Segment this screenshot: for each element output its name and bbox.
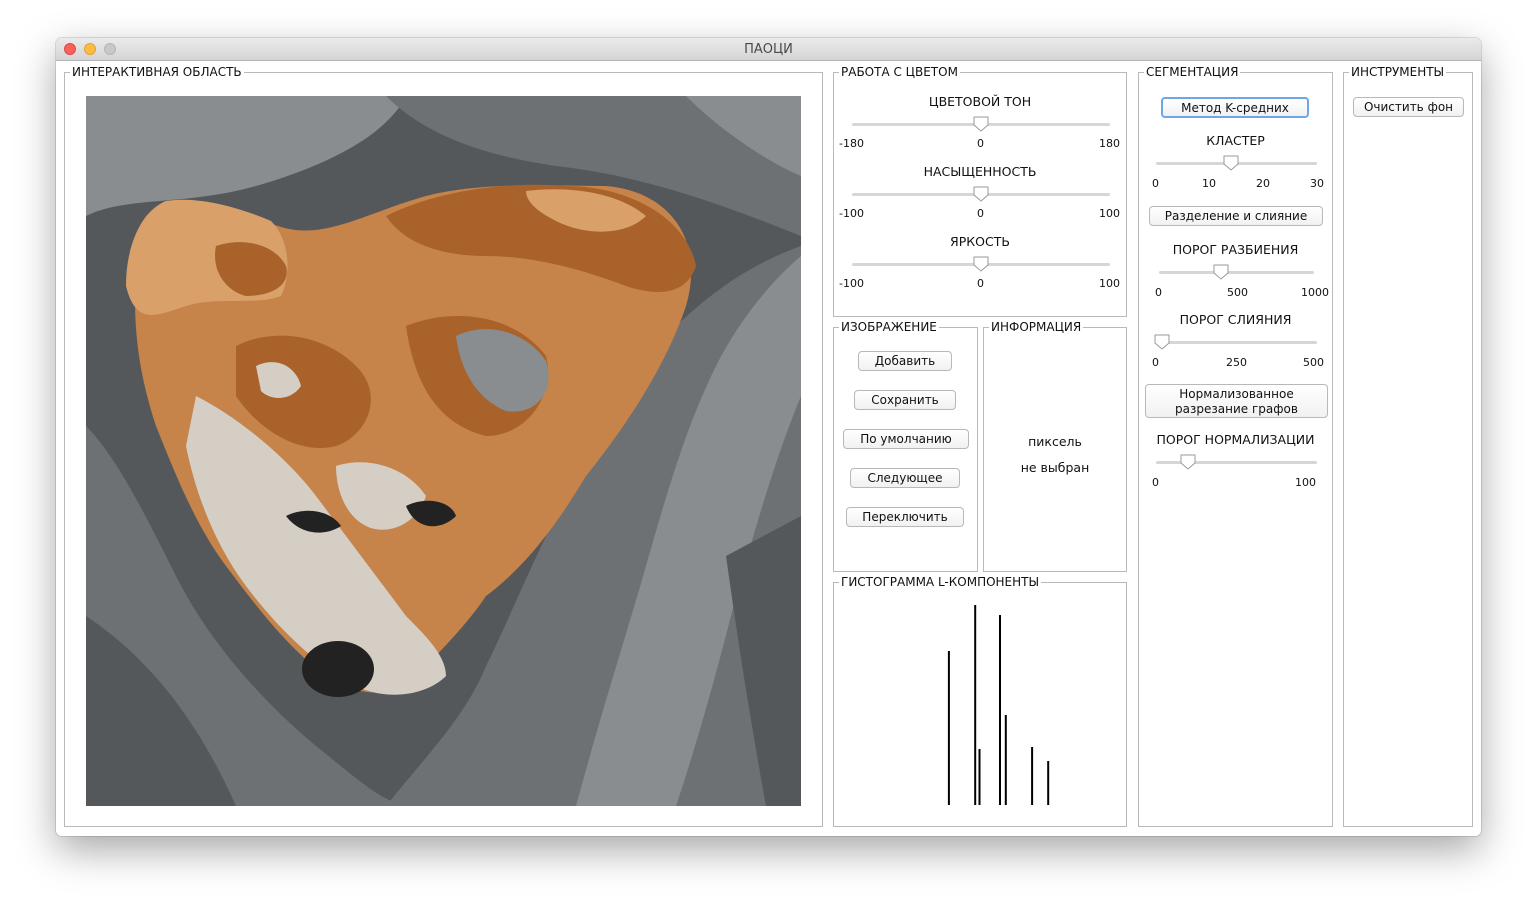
app-window: ПАОЦИ ИНТЕРАКТИВНАЯ ОБЛАСТЬ РАБОТА С ЦВЕ… <box>56 38 1481 836</box>
cluster-tick-2: 20 <box>1256 177 1270 190</box>
merge-threshold-label: ПОРОГ СЛИЯНИЯ <box>1179 312 1292 327</box>
color-panel-title: РАБОТА С ЦВЕТОМ <box>839 65 960 79</box>
split-threshold-slider-thumb[interactable] <box>1213 264 1229 280</box>
saturation-mid-label: 0 <box>977 207 984 220</box>
brightness-slider-thumb[interactable] <box>973 256 989 272</box>
window-title: ПАОЦИ <box>744 42 793 57</box>
color-panel: РАБОТА С ЦВЕТОМ ЦВЕТОВОЙ ТОН -180 0 180 … <box>833 65 1127 317</box>
interactive-area-panel: ИНТЕРАКТИВНАЯ ОБЛАСТЬ <box>64 65 823 827</box>
split-merge-button[interactable]: Разделение и слияние <box>1149 206 1323 226</box>
merge-threshold-slider-thumb[interactable] <box>1154 334 1170 350</box>
image-canvas[interactable] <box>86 96 801 806</box>
split-threshold-tick-0: 0 <box>1155 286 1162 299</box>
hue-slider[interactable] <box>852 115 1110 135</box>
brightness-mid-label: 0 <box>977 277 984 290</box>
dog-image <box>86 96 801 806</box>
merge-threshold-tick-0: 0 <box>1152 356 1159 369</box>
hue-min-label: -180 <box>839 137 864 150</box>
hue-slider-thumb[interactable] <box>973 116 989 132</box>
image-panel: ИЗОБРАЖЕНИЕ Добавить Сохранить По умолча… <box>833 320 978 572</box>
norm-threshold-tick-0: 0 <box>1152 476 1159 489</box>
clear-background-button[interactable]: Очистить фон <box>1353 97 1464 117</box>
toggle-image-button[interactable]: Переключить <box>846 507 964 527</box>
tools-panel-title: ИНСТРУМЕНТЫ <box>1349 65 1447 79</box>
info-line-1: пиксель <box>1028 434 1082 449</box>
info-line-2: не выбран <box>1020 460 1090 475</box>
histogram-bar <box>1047 761 1050 805</box>
nose <box>302 641 374 697</box>
saturation-min-label: -100 <box>839 207 864 220</box>
image-panel-title: ИЗОБРАЖЕНИЕ <box>839 320 939 334</box>
norm-threshold-label: ПОРОГ НОРМАЛИЗАЦИИ <box>1156 432 1315 447</box>
saturation-slider[interactable] <box>852 185 1110 205</box>
add-image-button[interactable]: Добавить <box>858 351 952 371</box>
split-threshold-slider-track <box>1159 271 1314 274</box>
norm-threshold-tick-1: 100 <box>1295 476 1316 489</box>
histogram-bar <box>1004 715 1007 805</box>
segmentation-panel-title: СЕГМЕНТАЦИЯ <box>1144 65 1241 79</box>
hue-max-label: 180 <box>1099 137 1120 150</box>
split-threshold-slider[interactable] <box>1159 263 1314 283</box>
cluster-slider-thumb[interactable] <box>1223 155 1239 171</box>
saturation-slider-thumb[interactable] <box>973 186 989 202</box>
merge-threshold-slider[interactable] <box>1154 333 1317 353</box>
info-panel: ИНФОРМАЦИЯ пиксель не выбран <box>983 320 1127 572</box>
norm-threshold-slider-thumb[interactable] <box>1180 454 1196 470</box>
cluster-tick-1: 10 <box>1202 177 1216 190</box>
cluster-label: КЛАСТЕР <box>1206 133 1265 148</box>
next-image-button[interactable]: Следующее <box>850 468 960 488</box>
kmeans-button[interactable]: Метод K-средних <box>1161 97 1309 118</box>
interactive-area-title: ИНТЕРАКТИВНАЯ ОБЛАСТЬ <box>70 65 244 79</box>
cluster-tick-0: 0 <box>1152 177 1159 190</box>
normalized-cut-button[interactable]: Нормализованное разрезание графов <box>1145 384 1328 418</box>
title-bar: ПАОЦИ <box>56 38 1481 61</box>
histogram-bar <box>999 615 1001 805</box>
cluster-slider[interactable] <box>1156 154 1317 174</box>
brightness-min-label: -100 <box>839 277 864 290</box>
merge-threshold-tick-2: 500 <box>1303 356 1324 369</box>
info-panel-title: ИНФОРМАЦИЯ <box>989 320 1084 334</box>
brightness-slider[interactable] <box>852 255 1110 275</box>
merge-threshold-slider-track <box>1156 341 1317 344</box>
split-threshold-label: ПОРОГ РАЗБИЕНИЯ <box>1172 242 1299 257</box>
hue-label: ЦВЕТОВОЙ ТОН <box>928 94 1032 109</box>
brightness-max-label: 100 <box>1099 277 1120 290</box>
saturation-max-label: 100 <box>1099 207 1120 220</box>
histogram-bar <box>1031 747 1034 805</box>
histogram-bar <box>947 651 950 805</box>
saturation-label: НАСЫЩЕННОСТЬ <box>923 164 1037 179</box>
histogram-panel: ГИСТОГРАММА L-КОМПОНЕНТЫ <box>833 575 1127 827</box>
save-image-button[interactable]: Сохранить <box>854 390 956 410</box>
tools-panel: ИНСТРУМЕНТЫ Очистить фон <box>1343 65 1473 827</box>
split-threshold-tick-1: 500 <box>1227 286 1248 299</box>
histogram-chart <box>947 605 1050 805</box>
hue-mid-label: 0 <box>977 137 984 150</box>
norm-threshold-slider[interactable] <box>1156 453 1317 473</box>
segmentation-panel: СЕГМЕНТАЦИЯ Метод K-средних КЛАСТЕР 0 10… <box>1138 65 1333 827</box>
main-content: ИНТЕРАКТИВНАЯ ОБЛАСТЬ РАБОТА С ЦВЕТОМ ЦВ… <box>56 61 1481 836</box>
merge-threshold-tick-1: 250 <box>1226 356 1247 369</box>
default-image-button[interactable]: По умолчанию <box>843 429 969 449</box>
histogram-bar <box>974 605 977 805</box>
split-threshold-tick-2: 1000 <box>1301 286 1329 299</box>
histogram-bar <box>978 749 981 805</box>
brightness-label: ЯРКОСТЬ <box>950 234 1010 249</box>
cluster-tick-3: 30 <box>1310 177 1324 190</box>
